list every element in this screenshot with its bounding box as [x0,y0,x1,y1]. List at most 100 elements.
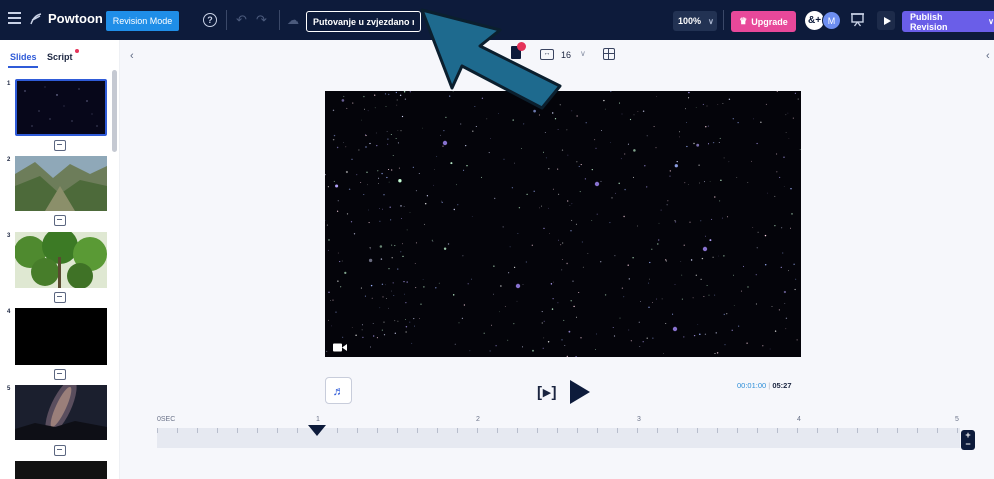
star [629,118,632,121]
star [688,91,690,94]
star [544,132,546,134]
sidebar-scrollbar[interactable] [112,70,117,152]
star [404,98,407,100]
star [712,256,714,258]
slide-thumbnail-6[interactable] [15,461,107,479]
music-button[interactable]: ♬ [325,377,352,404]
present-icon[interactable] [850,12,865,28]
chevron-down-icon[interactable]: ∨ [580,49,586,58]
timeline-playhead[interactable] [308,425,326,436]
star [613,335,616,337]
star [368,258,373,263]
star [442,145,444,147]
slide-thumbnail-5[interactable] [15,385,107,440]
star [723,313,725,316]
avatar[interactable]: M [822,11,841,30]
cloud-save-icon[interactable]: ☁ [287,13,302,28]
slide-thumbnail-3[interactable] [15,232,107,288]
star [486,118,488,120]
star [452,294,455,296]
slide-thumbnail-1[interactable] [15,79,107,136]
star [681,298,683,300]
star [578,165,580,167]
star [405,319,406,320]
star [377,183,379,184]
star [720,179,722,182]
star [655,147,657,149]
notification-dot [75,49,79,53]
star [652,302,653,303]
timeline-tick [737,428,738,433]
star [684,108,686,110]
star [678,136,680,138]
play-from-scene-button[interactable]: [▸] [537,383,558,401]
star [508,272,510,274]
slide-thumbnail-2[interactable] [15,156,107,211]
star [785,114,787,116]
star [658,239,660,241]
help-icon[interactable]: ? [203,13,217,27]
star [488,152,490,154]
star [794,288,796,291]
timeline-tick [297,428,298,433]
timeline-tick [397,428,398,433]
star [764,264,767,266]
star [391,169,393,171]
tab-script[interactable]: Script [47,52,73,62]
star [388,181,390,183]
collapse-left-icon[interactable]: ‹ [130,50,134,62]
preview-play-button[interactable] [877,11,895,30]
upgrade-button[interactable]: ♛ Upgrade [731,11,796,32]
starfield-thumbnail [24,86,98,127]
timeline-tick [937,428,938,433]
project-title-input[interactable] [306,11,421,32]
slide-transition-icon[interactable] [54,369,66,380]
star [771,306,773,308]
grid-icon[interactable] [603,48,615,60]
star [570,230,572,232]
star [551,308,554,310]
star [325,174,326,176]
slide-transition-icon[interactable] [54,215,66,226]
star [753,118,754,120]
camera-icon[interactable] [333,343,347,352]
star [563,319,565,321]
menu-icon[interactable] [8,12,21,26]
star [397,142,399,144]
star [652,337,654,339]
bright-star [702,246,708,252]
star [620,158,622,160]
star [543,151,544,153]
star [550,283,553,285]
play-icon[interactable] [570,380,590,404]
slide-thumbnail-4[interactable] [15,308,107,365]
star [585,122,587,124]
publish-revision-button[interactable]: Publish Revision ∨ [902,11,994,32]
star [693,334,696,337]
brand-logo[interactable]: Powtoon [29,11,103,26]
slide-transition-icon[interactable] [54,140,66,151]
zoom-dropdown[interactable]: 100% ∨ [673,11,717,31]
star [500,285,502,287]
timeline-tick [217,428,218,433]
slide-transition-icon[interactable] [54,445,66,456]
star [328,291,330,293]
slide-transition-icon[interactable] [54,292,66,303]
star [644,164,646,167]
collapse-right-icon[interactable]: ‹ [986,50,990,62]
star [784,303,786,304]
revision-mode-button[interactable]: Revision Mode [106,11,179,31]
star [783,186,785,187]
tab-slides[interactable]: Slides [10,52,37,62]
timeline-zoom-control[interactable]: + − [961,430,975,450]
redo-icon[interactable]: ↷ [256,12,267,28]
star [394,332,396,334]
timeline-tick [497,428,498,433]
star [721,217,723,219]
star [393,295,395,296]
slide-canvas[interactable] [325,91,801,357]
star [557,302,559,304]
star [391,290,392,292]
undo-icon[interactable]: ↶ [236,12,247,28]
star [333,180,335,182]
